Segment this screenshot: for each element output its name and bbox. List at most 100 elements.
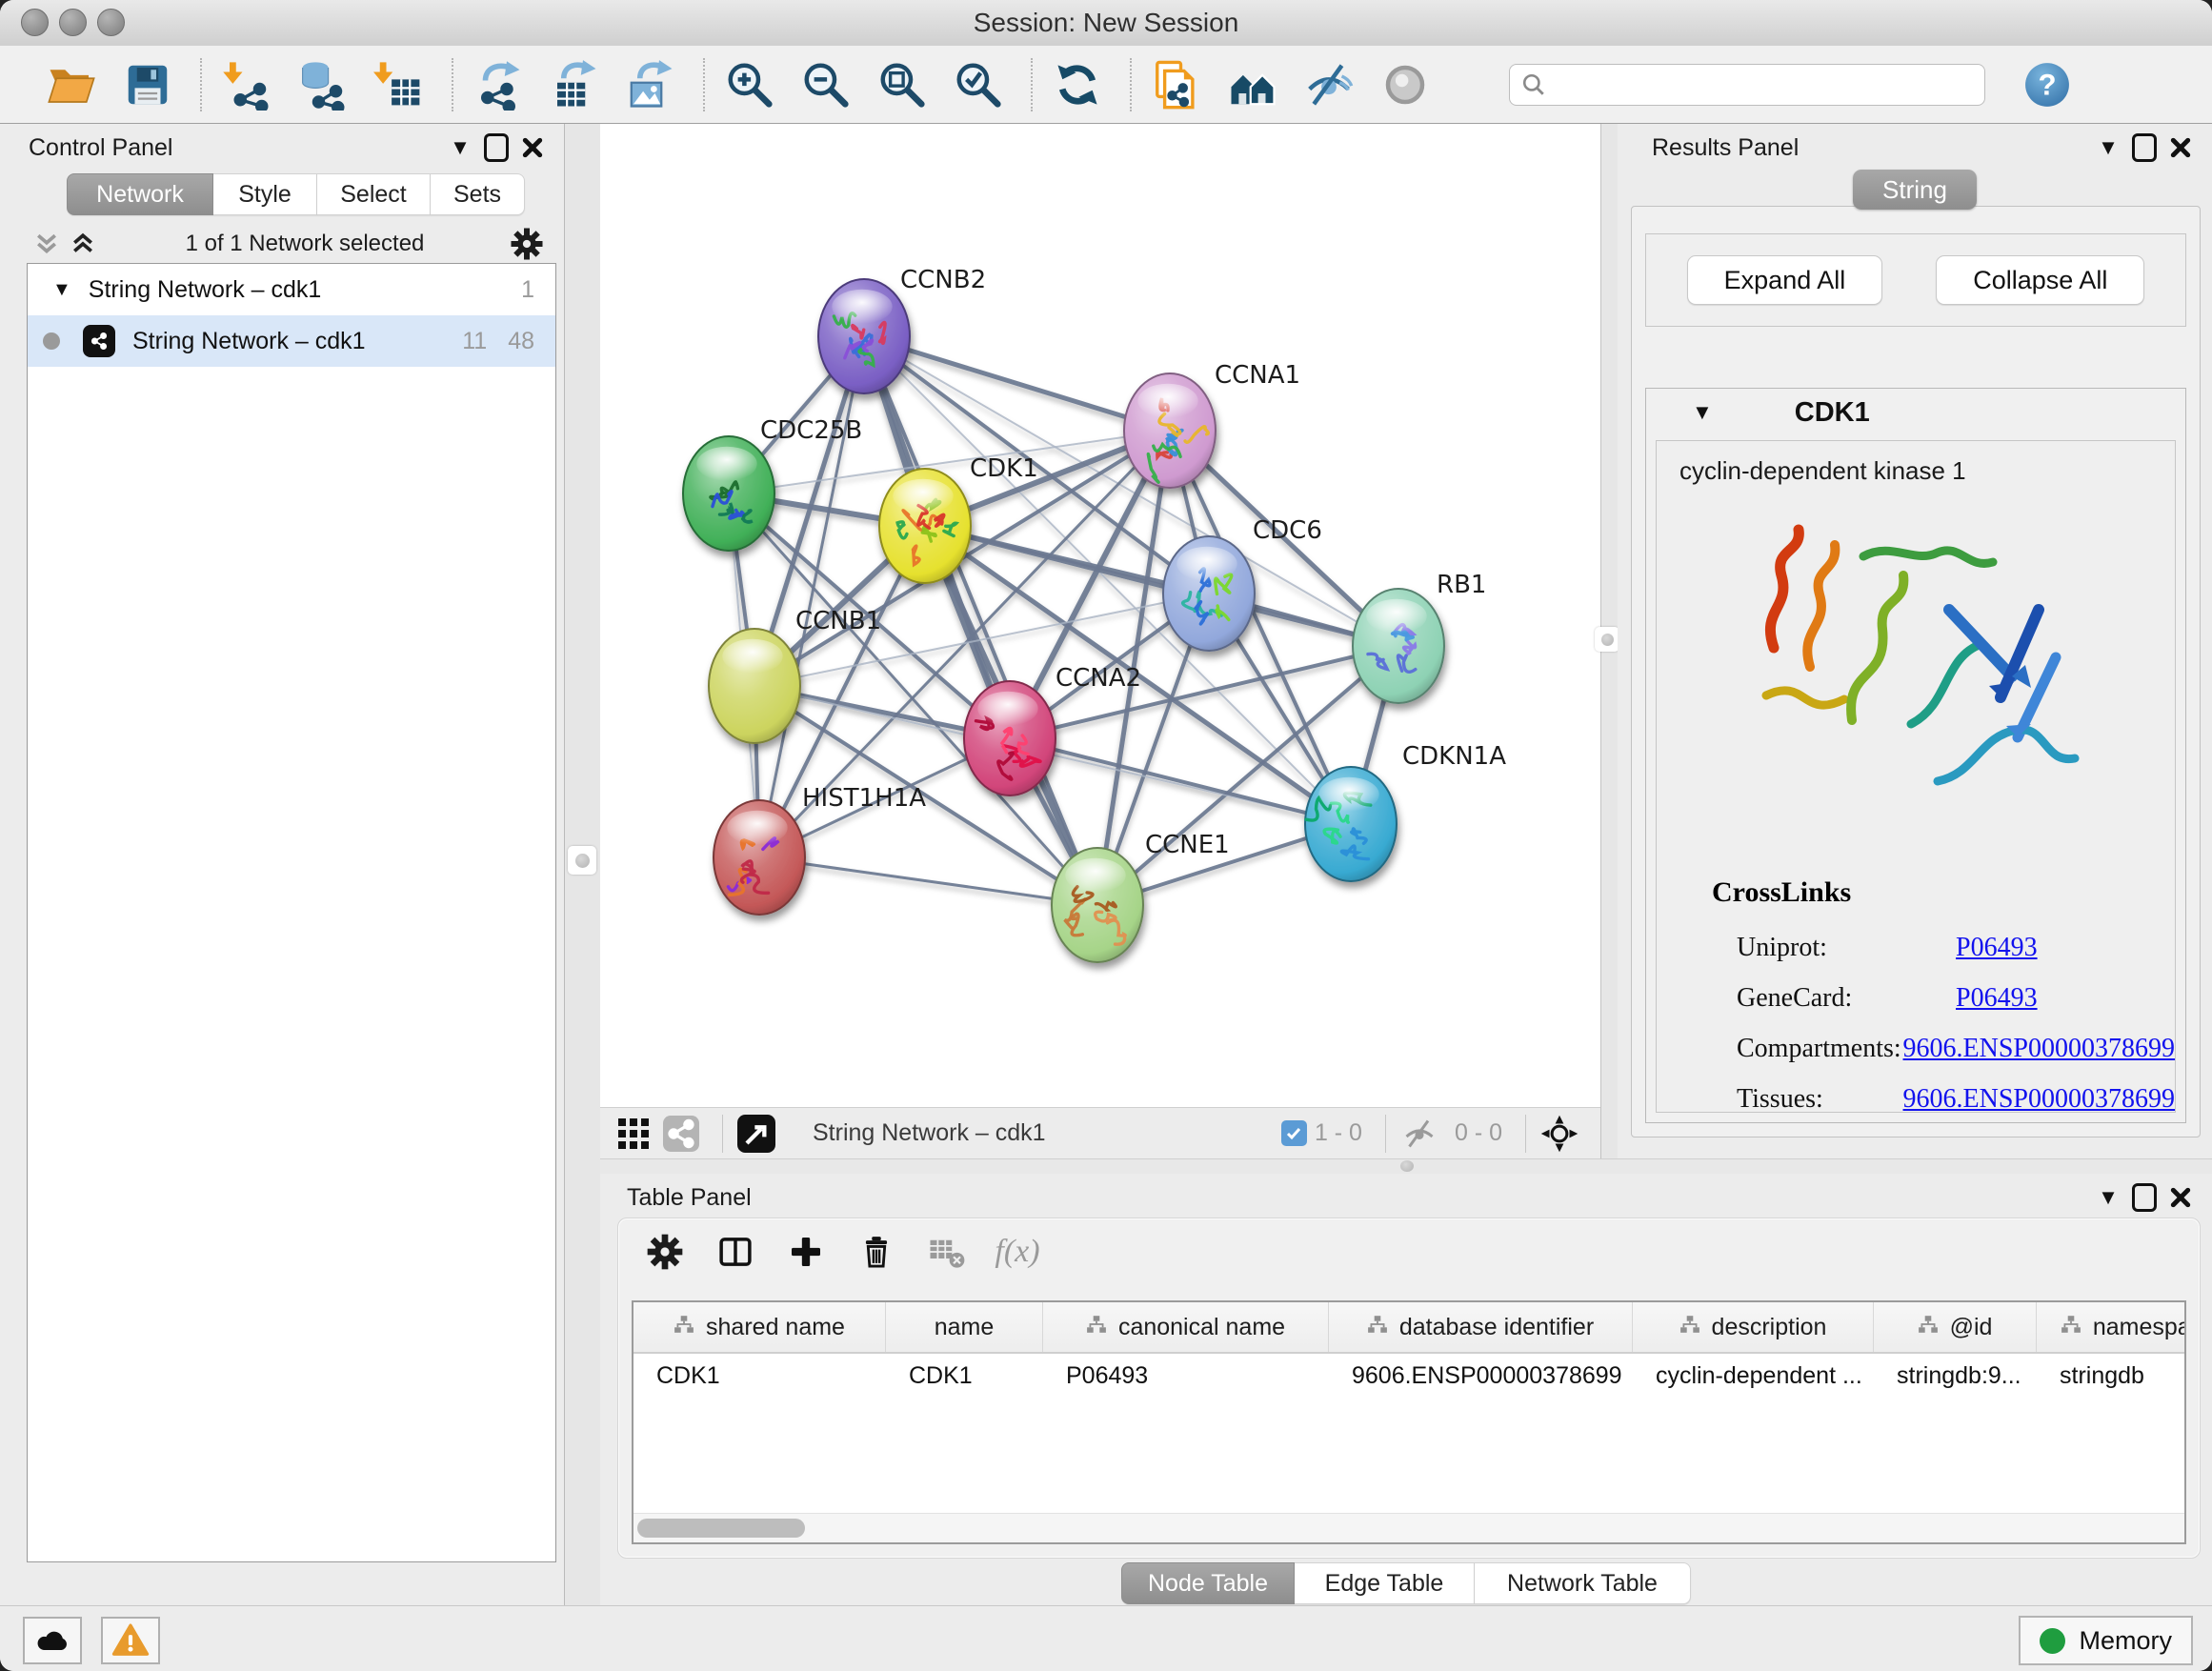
network-document-button[interactable]: [1147, 55, 1206, 114]
toolbar-separator: [1130, 58, 1132, 111]
delete-column-button[interactable]: [855, 1230, 898, 1274]
graph-edge[interactable]: [759, 857, 1097, 905]
zoom-in-button[interactable]: [720, 55, 779, 114]
tab-string[interactable]: String: [1853, 170, 1977, 210]
network-label: String Network – cdk1: [132, 328, 462, 355]
grid-view-button[interactable]: [613, 1114, 654, 1154]
network-row-selected[interactable]: String Network – cdk1 11 48: [28, 315, 555, 367]
column-header-canonical-name[interactable]: canonical name: [1043, 1302, 1329, 1352]
refresh-button[interactable]: [1048, 55, 1107, 114]
network-collection-row[interactable]: ▼ String Network – cdk1 1: [28, 264, 555, 315]
selected-checkbox-icon[interactable]: [1281, 1120, 1307, 1146]
save-session-button[interactable]: [118, 55, 177, 114]
app-window: Session: New Session ?: [0, 0, 2212, 1671]
graph-node-ccna2[interactable]: [964, 681, 1056, 795]
collapse-all-tree-button[interactable]: [29, 229, 65, 259]
close-icon: [522, 137, 543, 158]
collapse-section-icon[interactable]: ▼: [1692, 400, 1713, 425]
graph-node-cdc25b[interactable]: [683, 436, 774, 551]
right-splitter-handle[interactable]: [1595, 627, 1619, 652]
left-splitter-handle[interactable]: [568, 846, 596, 875]
crosslink-link[interactable]: P06493: [1956, 983, 2038, 1014]
control-panel-close-button[interactable]: [514, 132, 551, 163]
network-graph[interactable]: CCNB2CCNA1CDC25BCDK1CDC6RB1CCNB1CCNA2CDK…: [600, 124, 1600, 1107]
graph-node-cdkn1a[interactable]: [1305, 767, 1397, 881]
horizontal-scrollbar[interactable]: [633, 1513, 2184, 1542]
search-box[interactable]: [1509, 64, 1985, 106]
tab-network-table[interactable]: Network Table: [1475, 1562, 1691, 1604]
help-button[interactable]: ?: [2023, 61, 2071, 109]
tab-sets[interactable]: Sets: [431, 173, 525, 215]
network-options-button[interactable]: [509, 229, 545, 259]
open-session-button[interactable]: [42, 55, 101, 114]
graph-node-rb1[interactable]: [1353, 589, 1444, 703]
scrollbar-thumb[interactable]: [637, 1519, 805, 1538]
import-network-file-button[interactable]: [217, 55, 276, 114]
left-splitter[interactable]: [564, 124, 602, 1606]
export-table-button[interactable]: [545, 55, 604, 114]
import-network-database-button[interactable]: [293, 55, 352, 114]
first-neighbors-button[interactable]: [1223, 55, 1282, 114]
birdseye-view-button[interactable]: [1539, 1114, 1579, 1154]
table-panel-menu-button[interactable]: ▼: [2090, 1182, 2126, 1213]
right-splitter[interactable]: [1600, 124, 1619, 1158]
table-panel-float-button[interactable]: [2126, 1182, 2162, 1213]
table-options-button[interactable]: [643, 1230, 687, 1274]
export-image-icon: [625, 59, 676, 111]
warnings-button[interactable]: [101, 1617, 160, 1664]
control-panel-menu-button[interactable]: ▼: [442, 132, 478, 163]
tab-node-table[interactable]: Node Table: [1121, 1562, 1295, 1604]
crosslink-link[interactable]: 9606.ENSP00000378699: [1903, 1084, 2175, 1114]
show-columns-button[interactable]: [714, 1230, 757, 1274]
graph-node-hist1h1a[interactable]: [714, 800, 805, 915]
tab-network[interactable]: Network: [67, 173, 213, 215]
show-all-button[interactable]: [1376, 55, 1435, 114]
tab-select[interactable]: Select: [317, 173, 431, 215]
results-panel-menu-button[interactable]: ▼: [2090, 132, 2126, 163]
column-header-database-identifier[interactable]: database identifier: [1329, 1302, 1633, 1352]
crosslink-label: Tissues:: [1737, 1084, 1903, 1114]
column-header-name[interactable]: name: [886, 1302, 1043, 1352]
detach-view-button[interactable]: [736, 1114, 776, 1154]
memory-button[interactable]: Memory: [2019, 1616, 2193, 1665]
table-row[interactable]: CDK1CDK1P064939606.ENSP00000378699cyclin…: [633, 1354, 2184, 1398]
search-input[interactable]: [1556, 70, 1973, 99]
export-image-button[interactable]: [621, 55, 680, 114]
horizontal-splitter-handle[interactable]: [1400, 1160, 1414, 1172]
graph-node-ccne1[interactable]: [1052, 848, 1143, 962]
create-column-button[interactable]: [784, 1230, 828, 1274]
column-header--id[interactable]: @id: [1874, 1302, 2037, 1352]
results-panel-close-button[interactable]: [2162, 132, 2199, 163]
column-header-description[interactable]: description: [1633, 1302, 1874, 1352]
graph-node-ccnb2[interactable]: [818, 279, 910, 393]
results-panel-float-button[interactable]: [2126, 132, 2162, 163]
import-table-file-button[interactable]: [370, 55, 429, 114]
tab-edge-table[interactable]: Edge Table: [1295, 1562, 1475, 1604]
graph-node-cdk1[interactable]: [879, 469, 971, 583]
zoom-fit-button[interactable]: [873, 55, 932, 114]
expand-all-tree-button[interactable]: [65, 229, 101, 259]
column-header-shared-name[interactable]: shared name: [633, 1302, 886, 1352]
hide-selected-button[interactable]: [1299, 55, 1358, 114]
zoom-selected-button[interactable]: [949, 55, 1008, 114]
status-bar: Memory: [0, 1605, 2212, 1671]
column-header-namespac[interactable]: namespac: [2037, 1302, 2186, 1352]
crosslink-link[interactable]: 9606.ENSP00000378699: [1903, 1034, 2175, 1064]
graph-node-cdc6[interactable]: [1163, 536, 1255, 651]
graph-node-ccnb1[interactable]: [709, 629, 800, 743]
control-panel-float-button[interactable]: [478, 132, 514, 163]
cloud-button[interactable]: [23, 1617, 82, 1664]
memory-status-dot: [2040, 1628, 2065, 1654]
tab-style[interactable]: Style: [213, 173, 317, 215]
gene-section-header[interactable]: ▼ CDK1: [1646, 389, 2185, 436]
graph-node-ccna1[interactable]: [1124, 373, 1216, 488]
export-network-button[interactable]: [469, 55, 528, 114]
collapse-all-button[interactable]: Collapse All: [1936, 255, 2144, 305]
network-canvas[interactable]: CCNB2CCNA1CDC25BCDK1CDC6RB1CCNB1CCNA2CDK…: [600, 124, 1600, 1107]
share-view-button[interactable]: [661, 1114, 701, 1154]
table-panel-close-button[interactable]: [2162, 1182, 2199, 1213]
zoom-out-button[interactable]: [796, 55, 855, 114]
tree-expander-icon[interactable]: ▼: [52, 279, 71, 301]
crosslink-link[interactable]: P06493: [1956, 933, 2038, 963]
expand-all-button[interactable]: Expand All: [1687, 255, 1883, 305]
